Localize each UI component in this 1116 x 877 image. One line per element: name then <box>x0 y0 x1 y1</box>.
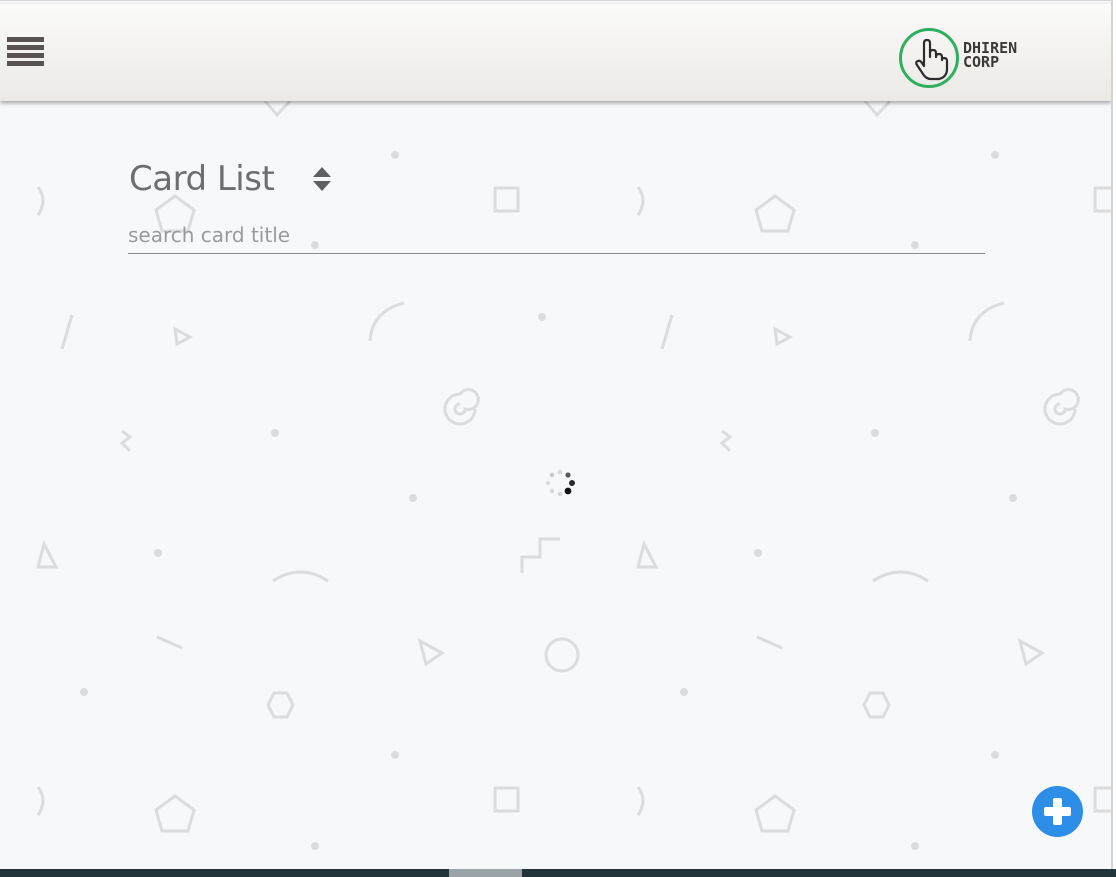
company-logo[interactable]: DHIREN CORP <box>899 28 1049 92</box>
search-field-wrapper <box>128 223 985 254</box>
app-window: DHIREN CORP Card List <box>0 0 1113 877</box>
title-row: Card List <box>129 159 332 199</box>
pointing-hand-icon <box>915 38 949 81</box>
add-card-button[interactable] <box>1032 786 1083 837</box>
plus-icon <box>1044 798 1071 825</box>
scrollbar-thumb[interactable] <box>449 869 522 877</box>
sort-up-down-icon[interactable] <box>312 165 332 193</box>
logo-wordmark: DHIREN CORP <box>963 39 1018 71</box>
hamburger-menu-icon[interactable] <box>7 37 44 74</box>
page-title: Card List <box>129 159 275 199</box>
top-header: DHIREN CORP <box>0 4 1111 101</box>
logo-ring <box>899 28 959 88</box>
background-pattern <box>36 99 1111 850</box>
search-input[interactable] <box>128 223 985 253</box>
bottom-scroll-bar <box>0 869 1116 877</box>
loading-spinner-icon <box>545 469 575 497</box>
